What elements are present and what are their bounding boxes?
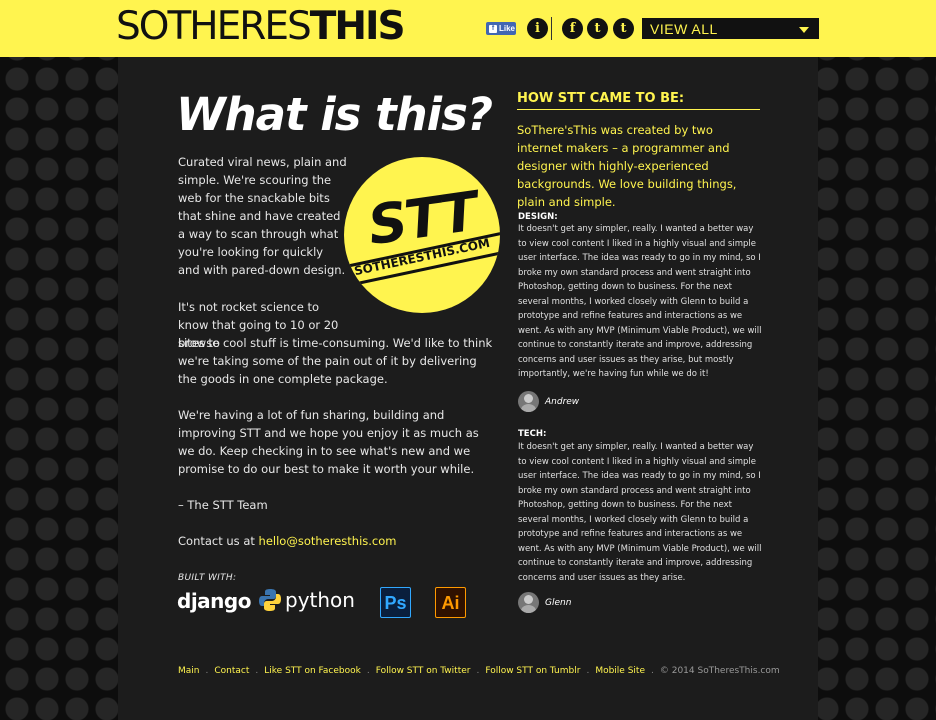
twitter-icon[interactable]: t bbox=[587, 18, 608, 39]
illustrator-icon: Ai bbox=[435, 587, 466, 618]
stt-badge-logo: STT SOTHERESTHIS.COM bbox=[344, 157, 500, 313]
footer-link-mobile[interactable]: Mobile Site bbox=[595, 666, 645, 676]
footer-separator: . bbox=[650, 666, 654, 676]
design-text: It doesn't get any simpler, really. I wa… bbox=[518, 224, 762, 379]
footer-link-facebook[interactable]: Like STT on Facebook bbox=[264, 666, 361, 676]
footer-separator: . bbox=[586, 666, 590, 676]
footer-link-main[interactable]: Main bbox=[178, 666, 200, 676]
design-author: Andrew bbox=[518, 391, 579, 412]
facebook-like-label: Like bbox=[499, 24, 516, 33]
view-all-dropdown[interactable]: VIEW ALL bbox=[642, 18, 819, 39]
facebook-like-button[interactable]: f Like bbox=[486, 22, 516, 35]
footer-separator: . bbox=[366, 666, 370, 676]
tech-label: TECH: bbox=[518, 429, 547, 439]
facebook-f-icon: f bbox=[489, 24, 497, 33]
django-logo: django bbox=[177, 589, 251, 613]
contact-prefix: Contact us at bbox=[178, 534, 259, 548]
avatar bbox=[518, 391, 539, 412]
logo-bold-text: THIS bbox=[309, 4, 406, 49]
footer-nav: Main. Contact. Like STT on Facebook. Fol… bbox=[178, 666, 780, 676]
site-header: SOTHERESTHIS f Like i f t t VIEW ALL bbox=[0, 0, 936, 57]
side-heading: HOW STT CAME TO BE: bbox=[517, 91, 760, 110]
footer-link-tumblr[interactable]: Follow STT on Tumblr bbox=[485, 666, 580, 676]
footer-separator: . bbox=[255, 666, 259, 676]
author-name: Andrew bbox=[545, 396, 580, 407]
copyright: © 2014 SoTheresThis.com bbox=[659, 666, 780, 676]
python-snake-icon bbox=[259, 589, 281, 611]
footer-link-contact[interactable]: Contact bbox=[214, 666, 249, 676]
chevron-down-icon bbox=[799, 27, 809, 33]
avatar bbox=[518, 592, 539, 613]
built-with-label: BUILT WITH: bbox=[178, 573, 237, 583]
tech-text: It doesn't get any simpler, really. I wa… bbox=[518, 442, 762, 583]
author-name: Glenn bbox=[545, 597, 572, 608]
python-logo: python bbox=[258, 588, 355, 612]
info-icon[interactable]: i bbox=[527, 18, 548, 39]
header-divider bbox=[551, 17, 552, 40]
site-logo[interactable]: SOTHERESTHIS bbox=[116, 4, 406, 50]
footer-separator: . bbox=[205, 666, 209, 676]
paragraph-2-rest: browse cool stuff is time-consuming. We'… bbox=[178, 336, 493, 386]
python-wordmark: python bbox=[285, 588, 355, 612]
footer-separator: . bbox=[476, 666, 480, 676]
intro-paragraph: Curated viral news, plain and simple. We… bbox=[178, 155, 347, 277]
footer-link-twitter[interactable]: Follow STT on Twitter bbox=[376, 666, 471, 676]
view-all-label: VIEW ALL bbox=[650, 21, 718, 37]
side-intro: SoThere'sThis was created by two interne… bbox=[517, 123, 737, 209]
page-title: What is this? bbox=[176, 88, 493, 141]
paragraph-3: We're having a lot of fun sharing, build… bbox=[178, 408, 479, 476]
contact-email-link[interactable]: hello@sotheresthis.com bbox=[259, 534, 397, 548]
contact-line: Contact us at hello@sotheresthis.com bbox=[178, 532, 498, 550]
design-label: DESIGN: bbox=[518, 212, 558, 222]
tech-author: Glenn bbox=[518, 592, 571, 613]
photoshop-icon: Ps bbox=[380, 587, 411, 618]
logo-thin-text: SOTHERES bbox=[116, 4, 312, 49]
facebook-icon[interactable]: f bbox=[562, 18, 583, 39]
tumblr-icon[interactable]: t bbox=[613, 18, 634, 39]
signoff: – The STT Team bbox=[178, 498, 268, 512]
